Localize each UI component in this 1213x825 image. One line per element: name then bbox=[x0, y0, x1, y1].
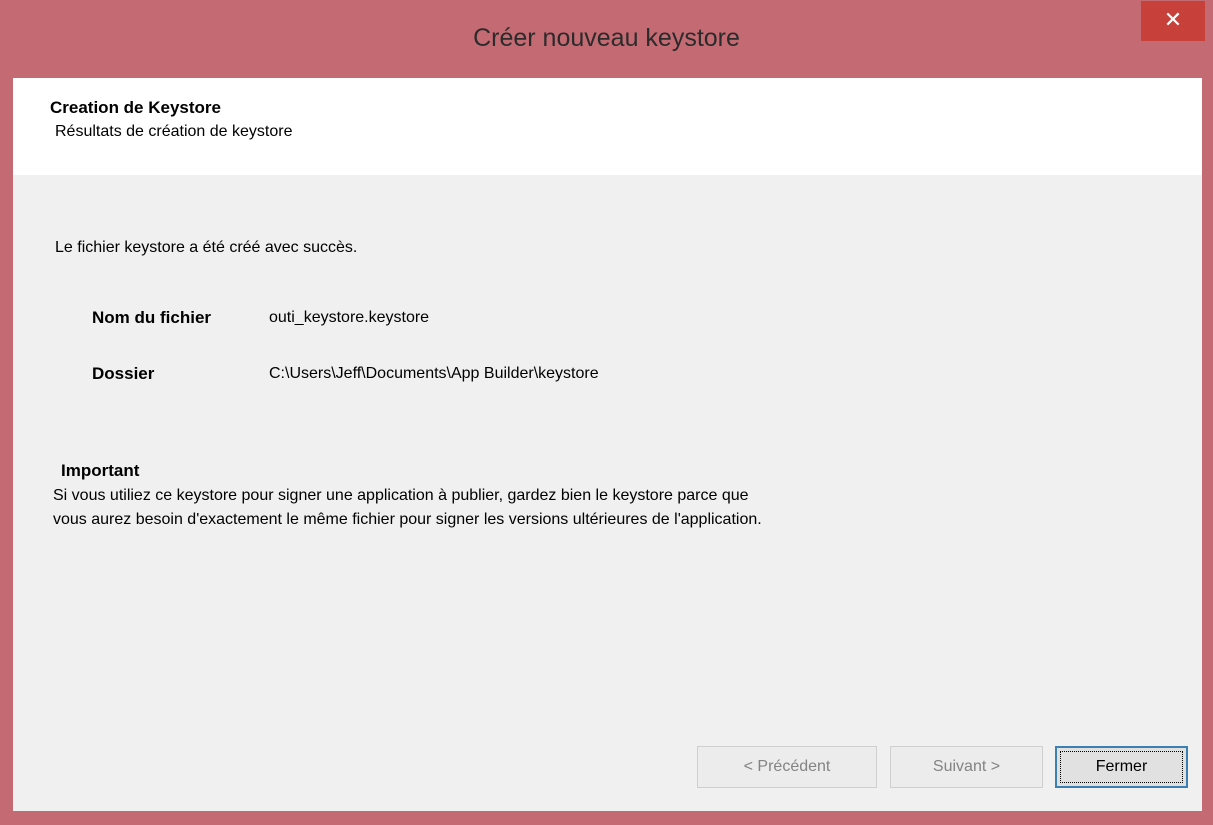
dialog-window: Créer nouveau keystore ✕ Creation de Key… bbox=[0, 0, 1213, 825]
file-name-label: Nom du fichier bbox=[92, 308, 212, 327]
previous-button[interactable]: < Précédent bbox=[697, 746, 877, 788]
success-message: Le fichier keystore a été créé avec succ… bbox=[55, 239, 358, 256]
next-button[interactable]: Suivant > bbox=[890, 746, 1043, 788]
folder-value: C:\Users\Jeff\Documents\App Builder\keys… bbox=[269, 365, 599, 382]
important-line-2: vous aurez besoin d'exactement le même f… bbox=[53, 511, 762, 528]
close-icon: ✕ bbox=[1163, 8, 1183, 33]
important-heading: Important bbox=[61, 461, 140, 480]
dialog-client-area: Creation de Keystore Résultats de créati… bbox=[13, 78, 1202, 811]
title-bar[interactable]: Créer nouveau keystore ✕ bbox=[0, 0, 1213, 78]
focus-ring bbox=[1060, 751, 1183, 783]
folder-label: Dossier bbox=[92, 364, 155, 383]
close-window-button[interactable]: ✕ bbox=[1141, 1, 1205, 41]
important-line-1: Si vous utiliez ce keystore pour signer … bbox=[53, 487, 749, 504]
wizard-step-title: Creation de Keystore bbox=[50, 98, 221, 117]
close-button[interactable]: Fermer bbox=[1055, 746, 1188, 788]
file-name-value: outi_keystore.keystore bbox=[269, 309, 430, 326]
window-title: Créer nouveau keystore bbox=[473, 24, 740, 52]
wizard-step-subtitle: Résultats de création de keystore bbox=[55, 123, 293, 140]
important-text: Si vous utiliez ce keystore pour signer … bbox=[53, 484, 1053, 532]
wizard-header: Creation de Keystore Résultats de créati… bbox=[13, 78, 1202, 175]
